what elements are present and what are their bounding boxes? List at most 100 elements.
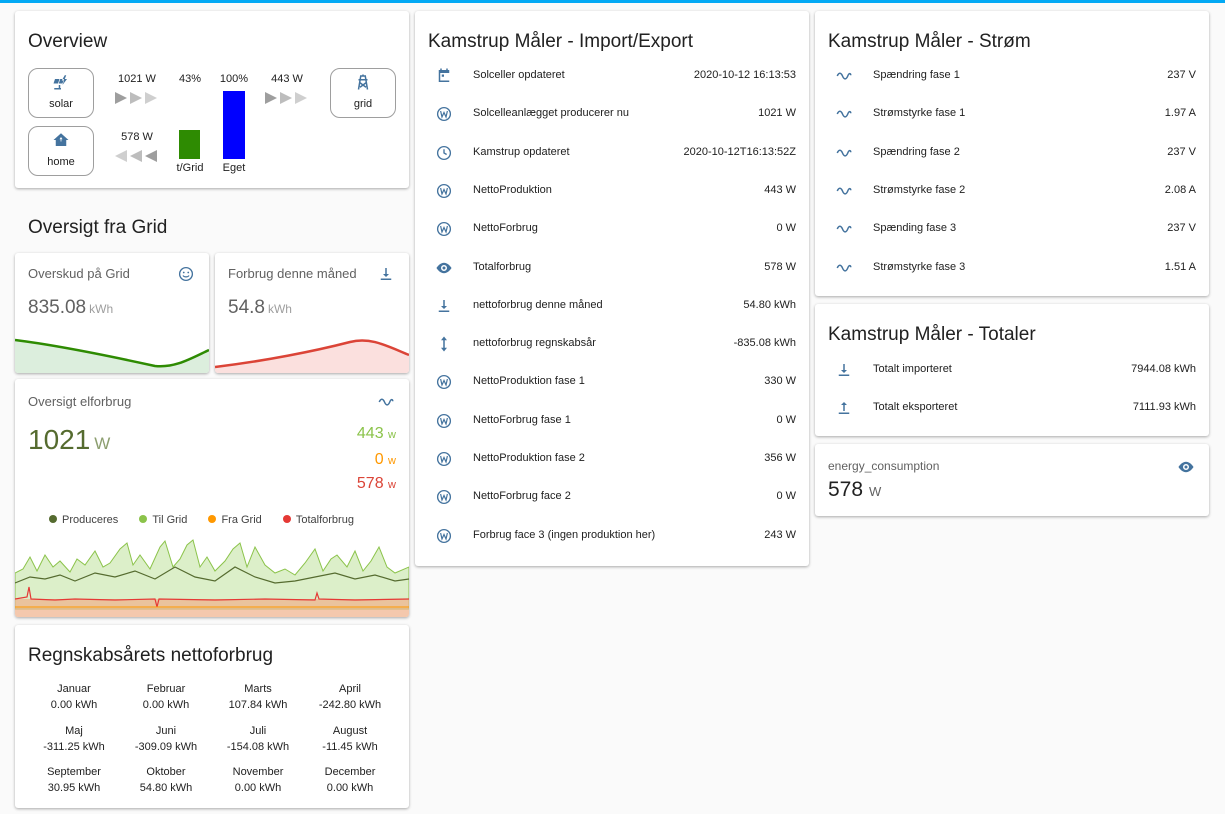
to-grid-bar-label: t/Grid: [176, 162, 204, 174]
entity-value: 7944.08 kWh: [1131, 363, 1196, 375]
month-cell: April -242.80 kWh: [304, 681, 396, 713]
energy-unit: W: [869, 484, 882, 499]
self-use-bar: [223, 91, 245, 159]
entity-name: Solcelleanlægget producerer nu: [473, 107, 629, 120]
month-value: 54.80 kWh: [139, 782, 193, 794]
grid-node[interactable]: grid: [330, 68, 396, 118]
import-export-title: Kamstrup Måler - Import/Export: [428, 31, 694, 52]
energy-consumption-card[interactable]: energy_consumption 578 W: [815, 444, 1209, 516]
sub-value-from-grid: 0 w: [374, 451, 396, 468]
download-icon: [438, 299, 450, 312]
legend-til-grid[interactable]: Til Grid: [139, 514, 187, 526]
surplus-card[interactable]: Overskud på Grid 835.08 kWh: [15, 253, 209, 373]
home-icon: [53, 133, 69, 146]
totaler-row[interactable]: Totalt eksporteret 7111.93 kWh: [815, 389, 1209, 427]
energy-name: energy_consumption: [828, 459, 940, 473]
upload-icon: [838, 402, 850, 414]
entity-name: Spændring fase 1: [873, 69, 960, 81]
month-use-unit: kWh: [267, 302, 292, 316]
surplus-value: 835.08: [28, 297, 87, 318]
entity-name: NettoProduktion: [473, 183, 552, 196]
strom-row[interactable]: Spændring fase 2 237 V: [815, 134, 1209, 172]
w-icon: [436, 451, 452, 467]
strom-row[interactable]: Strømstyrke fase 3 1.51 A: [815, 249, 1209, 287]
entity-name: Spænding fase 3: [873, 222, 957, 235]
import-export-row[interactable]: Solcelleanlægget producerer nu 1021 W: [415, 95, 809, 133]
home-consumption-value: 578 W: [121, 131, 153, 143]
w-icon: [436, 375, 452, 390]
strom-card: Kamstrup Måler - Strøm Spændring fase 1 2…: [815, 11, 1209, 296]
import-export-row[interactable]: NettoForbrug face 2 0 W: [415, 478, 809, 516]
calendar-icon: [438, 68, 450, 82]
solar-node[interactable]: solar: [28, 68, 94, 118]
entity-name: Forbrug face 3 (ingen produktion her): [473, 528, 656, 541]
surplus-value-wrap: 835.08 kWh: [28, 297, 113, 319]
legend-produceres[interactable]: Produceres: [49, 514, 118, 526]
month-name: Oktober: [146, 766, 186, 778]
home-node[interactable]: home: [28, 126, 94, 176]
entity-value: 443 W: [764, 183, 796, 196]
entity-name: Totalt eksporteret: [873, 401, 958, 413]
elforbrug-card[interactable]: Oversigt elforbrug 1021 W 443 w 0 w 578 w…: [15, 379, 409, 617]
month-value: 107.84 kWh: [228, 699, 288, 711]
sine-wave-icon: [378, 398, 394, 406]
import-export-row[interactable]: NettoProduktion fase 2 356 W: [415, 440, 809, 478]
month-name: September: [47, 766, 101, 778]
solar-label: solar: [49, 98, 73, 110]
month-value: 0.00 kWh: [234, 782, 282, 794]
w-icon: [436, 222, 452, 237]
sine-icon: [836, 263, 852, 272]
import-export-row[interactable]: NettoProduktion 443 W: [415, 172, 809, 210]
month-name: August: [332, 724, 368, 737]
totaler-row[interactable]: Totalt importeret 7944.08 kWh: [815, 351, 1209, 389]
sub-value-total: 578 w: [356, 475, 396, 492]
import-export-row[interactable]: NettoForbrug 0 W: [415, 210, 809, 248]
import-export-row[interactable]: NettoForbrug fase 1 0 W: [415, 402, 809, 440]
w-icon: [436, 528, 452, 543]
sine-icon: [836, 110, 852, 118]
clock-icon: [436, 145, 452, 160]
w-icon: [436, 183, 452, 198]
sub-value-to-grid: 443 w: [356, 425, 396, 442]
w-icon: [436, 107, 452, 122]
month-cell: Januar 0.00 kWh: [28, 681, 120, 713]
import-export-row[interactable]: Kamstrup opdateret 2020-10-12T16:13:52Z: [415, 134, 809, 172]
month-value: 30.95 kWh: [47, 782, 101, 794]
home-label: home: [47, 156, 75, 168]
legend-fra-grid[interactable]: Fra Grid: [208, 514, 262, 526]
elforbrug-unit: W: [94, 434, 111, 453]
surplus-name: Overskud på Grid: [28, 266, 130, 281]
solar-power-icon: [53, 75, 67, 90]
strom-row[interactable]: Strømstyrke fase 2 2.08 A: [815, 172, 1209, 210]
elforbrug-value-wrap: 1021 W: [28, 424, 110, 456]
month-value: 0.00 kWh: [50, 699, 98, 711]
import-export-row[interactable]: nettoforbrug denne måned 54.80 kWh: [415, 287, 809, 325]
self-use-bar-label: Eget: [222, 162, 246, 174]
month-value: -309.09 kWh: [134, 740, 198, 753]
entity-value: 0 W: [776, 413, 796, 426]
month-value: 0.00 kWh: [326, 782, 374, 794]
month-name: December: [324, 766, 376, 778]
strom-row[interactable]: Spænding fase 3 237 V: [815, 210, 1209, 248]
elforbrug-name: Oversigt elforbrug: [28, 394, 132, 409]
entity-value: 2020-10-12 16:13:53: [693, 69, 796, 81]
entity-name: Strømstyrke fase 3: [873, 260, 966, 273]
entity-value: 54.80 kWh: [743, 298, 796, 311]
month-name: Juli: [249, 724, 267, 737]
strom-row[interactable]: Strømstyrke fase 1 1.97 A: [815, 95, 1209, 133]
totaler-card: Kamstrup Måler - Totaler Totalt importer…: [815, 304, 1209, 436]
import-export-row[interactable]: Totalforbrug 578 W: [415, 249, 809, 287]
surplus-sparkline: [15, 338, 209, 373]
month-use-card[interactable]: Forbrug denne måned 54.8 kWh: [215, 253, 409, 373]
entity-value: 0 W: [776, 222, 796, 235]
month-name: Maj: [65, 724, 83, 737]
import-export-row[interactable]: NettoProduktion fase 1 330 W: [415, 363, 809, 401]
strom-row[interactable]: Spændring fase 1 237 V: [815, 57, 1209, 95]
legend-totalforbrug[interactable]: Totalforbrug: [282, 514, 354, 526]
entity-name: NettoForbrug face 2: [473, 490, 571, 503]
energy-value: 578: [828, 478, 864, 501]
import-export-row[interactable]: nettoforbrug regnskabsår -835.08 kWh: [415, 325, 809, 363]
import-export-row[interactable]: Solceller opdateret 2020-10-12 16:13:53: [415, 57, 809, 95]
import-export-row[interactable]: Forbrug face 3 (ingen produktion her) 243…: [415, 517, 809, 555]
month-use-value-wrap: 54.8 kWh: [228, 297, 292, 319]
